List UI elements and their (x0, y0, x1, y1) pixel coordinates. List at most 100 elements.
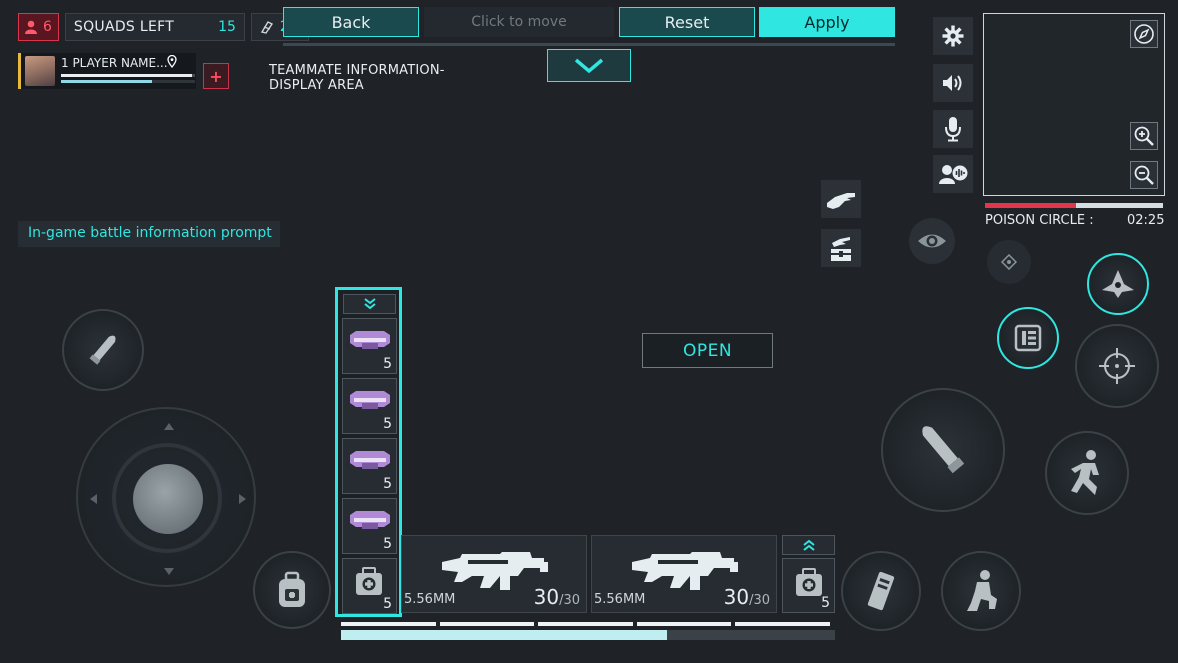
person-icon (25, 20, 37, 34)
crouch-button[interactable] (941, 551, 1021, 631)
quick-item-column[interactable]: 5 5 5 5 5 (335, 287, 402, 617)
microphone-button[interactable] (933, 110, 973, 148)
eye-icon (917, 231, 947, 251)
zoom-out-button[interactable] (1130, 161, 1158, 189)
secondary-weapon-slot[interactable]: 5.56MM 30/30 (591, 535, 777, 613)
squads-left-label: SQUADS LEFT (73, 19, 175, 35)
ammo-box-icon (348, 389, 392, 413)
sound-button[interactable] (933, 64, 973, 102)
double-chevron-up-icon (802, 539, 816, 551)
voice-chat-button[interactable] (933, 155, 973, 193)
poison-circle-progress (985, 203, 1163, 208)
weapon-ammo: 30/30 (724, 585, 770, 609)
item-count: 5 (383, 416, 392, 432)
tactical-skill-button[interactable] (997, 307, 1059, 369)
poison-circle-timer: 02:25 (1127, 213, 1165, 228)
player-health-fill (61, 74, 193, 77)
zoom-in-icon (1133, 125, 1155, 147)
weapon-ammo-max: /30 (749, 593, 770, 608)
loot-box-button[interactable] (821, 229, 861, 267)
zoom-in-button[interactable] (1130, 122, 1158, 150)
item-count: 5 (383, 596, 392, 612)
armor-segment (636, 622, 732, 626)
weapon-ammo-max: /30 (559, 593, 580, 608)
ammo-box-icon (348, 329, 392, 353)
armor-segments (341, 622, 830, 626)
teammate-info-area: TEAMMATE INFORMATION- DISPLAY AREA (269, 63, 489, 93)
squads-left-badge: SQUADS LEFT 15 (64, 13, 245, 41)
joystick-up-arrow-icon (164, 423, 174, 430)
apply-button[interactable]: Apply (759, 7, 895, 37)
item-slot-4[interactable]: 5 (342, 498, 397, 554)
movement-joystick[interactable] (76, 407, 256, 587)
item-column-collapse-button[interactable] (343, 294, 396, 314)
armor-segment (341, 622, 436, 626)
crouch-icon (961, 569, 1001, 613)
bullet-icon (83, 330, 123, 370)
player-health-bar (61, 74, 195, 77)
teammate-info-line2: DISPLAY AREA (269, 78, 364, 93)
reset-button[interactable]: Reset (619, 7, 755, 37)
open-button[interactable]: OPEN (642, 333, 773, 368)
jump-icon (1065, 449, 1109, 497)
map-marker-button[interactable] (987, 240, 1031, 284)
item-slot-2[interactable]: 5 (342, 378, 397, 434)
loot-box-icon (826, 233, 856, 263)
item-slot-5[interactable]: 5 (342, 558, 397, 614)
battle-info-prompt: In-game battle information prompt (18, 221, 280, 247)
back-button[interactable]: Back (283, 7, 419, 37)
free-look-button[interactable] (909, 218, 955, 264)
plus-icon: + (209, 66, 223, 86)
speaker-icon (941, 73, 965, 93)
item-count: 5 (383, 356, 392, 372)
compass-button[interactable] (1130, 20, 1158, 48)
alive-count: 6 (43, 19, 52, 35)
heal-item-slot[interactable]: 5 (782, 558, 835, 613)
move-hint[interactable]: Click to move (424, 7, 614, 37)
zoom-out-icon (1133, 164, 1155, 186)
primary-weapon-slot[interactable]: 5.56MM 30/30 (401, 535, 587, 613)
minimap[interactable] (983, 13, 1165, 196)
backpack-icon (275, 571, 309, 609)
joystick-left-arrow-icon (90, 494, 97, 504)
skill-button[interactable] (1087, 253, 1149, 315)
reload-button[interactable] (841, 551, 921, 631)
joystick-right-arrow-icon (239, 494, 246, 504)
item-slot-1[interactable]: 5 (342, 318, 397, 374)
squads-left-count: 15 (218, 19, 236, 35)
backpack-button[interactable] (253, 551, 331, 629)
ammo-box-icon (348, 509, 392, 533)
settings-button[interactable] (933, 17, 973, 55)
heal-expand-button[interactable] (782, 535, 835, 555)
player-armor-bar (61, 80, 195, 83)
player-name: 1 PLAYER NAME... (61, 56, 168, 70)
magazine-icon (864, 569, 898, 613)
armor-segment (439, 622, 535, 626)
jump-button[interactable] (1045, 431, 1129, 515)
poison-circle-label: POISON CIRCLE : (985, 213, 1094, 228)
teammate-info-line1: TEAMMATE INFORMATION- (269, 63, 445, 78)
joystick-down-arrow-icon (164, 568, 174, 575)
marker-icon (1001, 254, 1017, 270)
item-count: 5 (383, 476, 392, 492)
player-avatar (25, 56, 55, 86)
collapse-toolbar-button[interactable] (547, 49, 631, 82)
location-pin-icon (167, 55, 177, 68)
aim-button[interactable] (1075, 324, 1159, 408)
tactical-skill-icon (1010, 320, 1046, 356)
armor-segment (735, 622, 830, 626)
weapon-ammo-current: 30 (533, 585, 560, 609)
medic-cross-button[interactable]: + (203, 63, 229, 89)
heal-item-count: 5 (821, 595, 830, 611)
chevron-down-icon (574, 58, 604, 74)
joystick-thumb[interactable] (133, 464, 203, 534)
ammo-box-icon (348, 449, 392, 473)
armor-segment (538, 622, 633, 626)
left-fire-button[interactable] (62, 309, 144, 391)
pickup-button[interactable] (821, 180, 861, 218)
microphone-icon (944, 116, 962, 142)
toolbar-divider (283, 43, 895, 46)
item-slot-3[interactable]: 5 (342, 438, 397, 494)
fire-button[interactable] (881, 388, 1005, 512)
item-count: 5 (383, 536, 392, 552)
